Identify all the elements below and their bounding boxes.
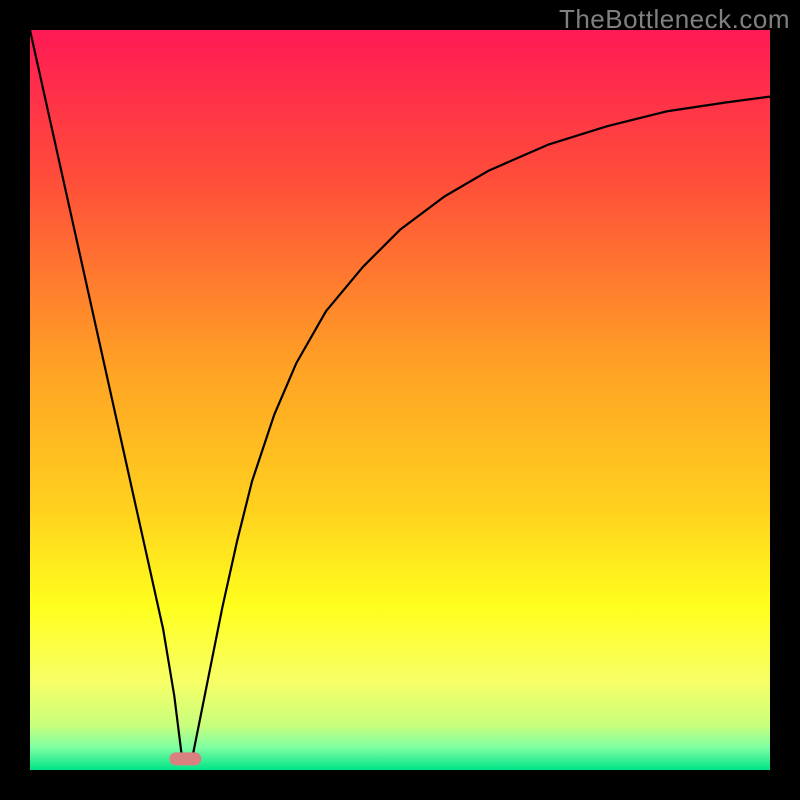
valley-marker [169,752,201,765]
plot-svg [30,30,770,770]
watermark-text: TheBottleneck.com [559,4,790,35]
gradient-background [30,30,770,770]
chart-container: TheBottleneck.com [0,0,800,800]
plot-frame [30,30,770,770]
